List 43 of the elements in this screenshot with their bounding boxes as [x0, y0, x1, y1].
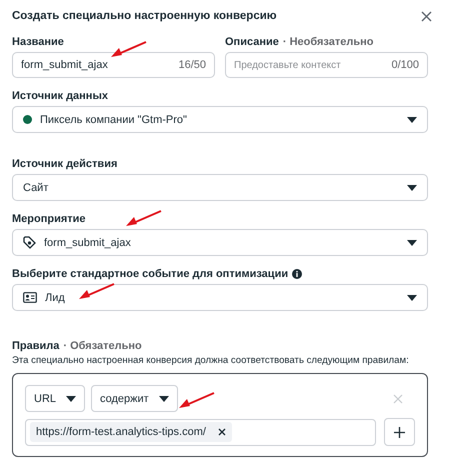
caret-icon [158, 396, 169, 402]
remove-icon[interactable] [218, 428, 226, 436]
annotation-arrow [78, 283, 116, 301]
caret-icon [66, 396, 76, 402]
standard-event-dropdown[interactable]: Лид [12, 284, 428, 311]
caret-icon [407, 240, 417, 246]
name-field[interactable]: form_submit_ajax 16/50 [12, 52, 215, 78]
tag-icon [23, 236, 36, 249]
char-counter: 16/50 [178, 59, 206, 71]
plus-icon [394, 426, 405, 438]
caret-icon [407, 184, 417, 190]
annotation-arrow [178, 392, 216, 410]
contact-card-icon [23, 292, 37, 303]
optional-note: · Необязательно [282, 35, 374, 49]
field-label: Источник действия [12, 157, 118, 171]
section-label: Правила [12, 339, 60, 353]
info-icon[interactable] [292, 269, 302, 279]
field-label: Мероприятие [12, 212, 86, 226]
dialog-title: Создать специально настроенную конверсию [12, 10, 277, 22]
description-input[interactable]: Предоставьте контекст [234, 59, 392, 71]
add-button[interactable] [384, 418, 415, 446]
field-label: Название [12, 35, 64, 49]
chip-text: https://form-test.analytics-tips.com/ [36, 426, 206, 438]
parameter-dropdown[interactable]: URL [25, 385, 86, 412]
required-note: · Обязательно [63, 339, 142, 353]
value-field[interactable]: https://form-test.analytics-tips.com/ [25, 418, 376, 446]
close-icon[interactable] [421, 10, 432, 22]
caret-icon [407, 116, 417, 122]
name-input[interactable]: form_submit_ajax [21, 59, 178, 71]
caret-icon [407, 294, 417, 300]
rules-description: Эта специально настроенная конверсия должна соответствовать следующим правилам: [12, 355, 409, 366]
char-counter: 0/100 [391, 59, 419, 71]
action-source-dropdown[interactable]: Сайт [12, 174, 428, 201]
status-dot [23, 115, 32, 124]
data-source-dropdown[interactable]: Пиксель компании "Gtm-Pro" [12, 106, 428, 133]
field-label: Источник данных [12, 89, 108, 103]
field-label: Описание [225, 35, 279, 49]
operator-dropdown[interactable]: содержит [91, 385, 178, 412]
annotation-arrow [125, 210, 163, 228]
annotation-arrow [110, 41, 148, 59]
event-dropdown[interactable]: form_submit_ajax [12, 229, 428, 256]
description-field[interactable]: Предоставьте контекст 0/100 [225, 52, 428, 78]
field-label: Выберите стандартное событие для оптимизации [12, 267, 288, 281]
